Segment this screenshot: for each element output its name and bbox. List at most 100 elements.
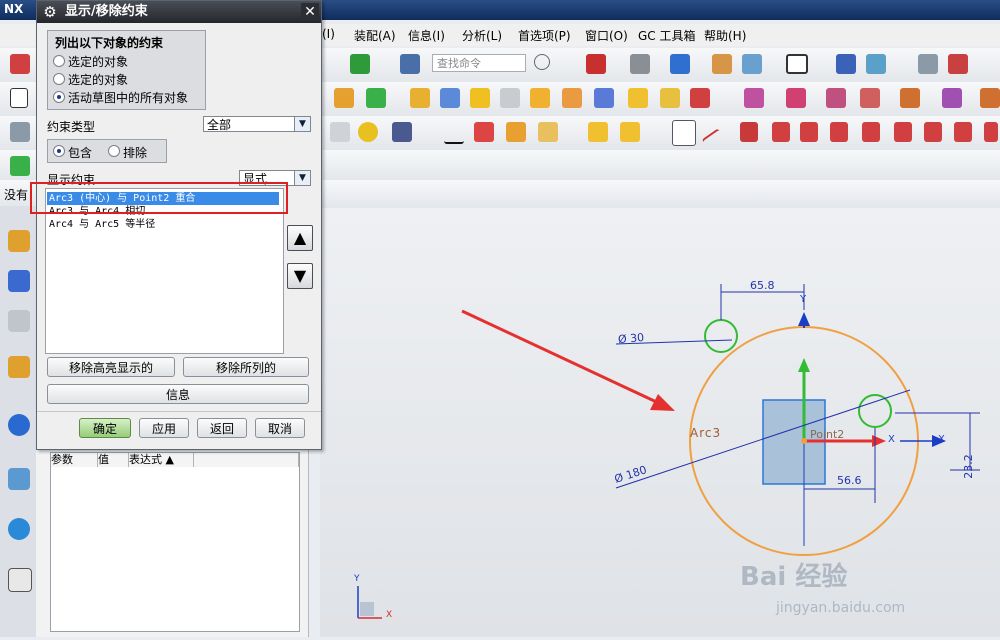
snap-icon[interactable] (984, 122, 998, 142)
gear-part-icon[interactable] (358, 122, 378, 142)
dim-65-8[interactable]: 65.8 (750, 279, 775, 292)
column-header-parameter[interactable]: 参数 (51, 453, 98, 467)
history-icon[interactable] (8, 468, 30, 490)
constraint-icon[interactable] (672, 120, 696, 146)
part-family-icon[interactable] (506, 122, 526, 142)
search-icon[interactable] (534, 54, 550, 70)
graphics-window[interactable]: 65.8 Ø 30 Ø 180 56.6 23.2 Arc3 Point2 X … (320, 208, 1000, 637)
new-file-icon[interactable] (10, 88, 28, 108)
offset-curve-icon[interactable] (924, 122, 942, 142)
chamfer-icon[interactable] (500, 88, 520, 108)
radio-selected-objects[interactable] (53, 73, 65, 85)
info-icon[interactable] (400, 54, 420, 74)
csys-icon[interactable] (948, 54, 968, 74)
command-search-input[interactable]: 查找命令 (432, 54, 526, 72)
draft-icon[interactable] (690, 88, 710, 108)
web-browser-icon[interactable] (8, 414, 30, 436)
angle-icon[interactable] (740, 122, 758, 142)
spring-icon[interactable] (330, 122, 350, 142)
component-icon[interactable] (620, 122, 640, 142)
column-header-expression[interactable]: 表达式 ▲ (129, 453, 194, 467)
pattern-face-icon[interactable] (980, 88, 1000, 108)
menu-item-assembly[interactable]: 装配(A) (354, 27, 396, 44)
perpendicular-icon[interactable] (800, 122, 818, 142)
ok-button[interactable]: 确定 (79, 418, 131, 438)
move-face-icon[interactable] (786, 88, 806, 108)
parallel-icon[interactable] (772, 122, 790, 142)
equal-radius-icon[interactable] (894, 122, 912, 142)
shell-icon[interactable] (530, 88, 550, 108)
render-style-icon[interactable] (630, 54, 650, 74)
point-on-curve-icon[interactable] (830, 122, 848, 142)
blend-icon[interactable] (470, 88, 490, 108)
radio-include[interactable] (53, 145, 65, 157)
block-icon[interactable] (410, 88, 430, 108)
parameter-table[interactable]: 参数 值 表达式 ▲ (50, 452, 300, 632)
cancel-button[interactable]: 取消 (255, 418, 305, 438)
reuse-library-icon[interactable] (8, 356, 30, 378)
radio-label-selected-object[interactable]: 选定的对象 (68, 53, 128, 70)
apply-button[interactable]: 应用 (139, 418, 189, 438)
finish-sketch-icon[interactable] (10, 156, 30, 176)
transform-icon[interactable] (836, 54, 856, 74)
radio-all-in-active-sketch[interactable] (53, 91, 65, 103)
menu-item-info[interactable]: 信息(I) (408, 27, 445, 44)
move-down-button[interactable]: ▼ (287, 263, 313, 289)
start-icon[interactable] (10, 54, 30, 74)
grid-table-icon[interactable] (474, 122, 494, 142)
replace-face-icon[interactable] (860, 88, 880, 108)
back-button[interactable]: 返回 (197, 418, 247, 438)
menu-item-preferences[interactable]: 首选项(P) (518, 27, 571, 44)
delete-face-icon[interactable] (826, 88, 846, 108)
list-item-constraint-2[interactable]: Arc4 与 Arc5 等半径 (47, 218, 279, 231)
tools-icon[interactable] (392, 122, 412, 142)
radio-exclude[interactable] (108, 145, 120, 157)
radio-label-all-in-active-sketch[interactable]: 活动草图中的所有对象 (68, 89, 188, 106)
sketch-icon[interactable] (350, 54, 370, 74)
chevron-down-icon[interactable]: ▼ (294, 171, 310, 185)
layer-icon[interactable] (712, 54, 732, 74)
dim-23-2[interactable]: 23.2 (962, 454, 975, 479)
table-icon[interactable] (918, 54, 938, 74)
background-icon[interactable] (786, 54, 808, 74)
datum-icon[interactable] (366, 88, 386, 108)
dim-56-6[interactable]: 56.6 (837, 474, 862, 487)
chevron-down-icon[interactable]: ▼ (294, 117, 310, 131)
include-label[interactable]: 包含 (68, 144, 92, 161)
wcs-icon[interactable] (866, 54, 886, 74)
close-icon[interactable]: ✕ (301, 3, 319, 21)
column-header-value[interactable]: 值 (98, 453, 129, 467)
system-materials-icon[interactable] (8, 518, 30, 540)
dim-diameter-30[interactable]: Ø 30 (617, 331, 644, 346)
radio-label-selected-objects[interactable]: 选定的对象 (68, 71, 128, 88)
resize-blend-icon[interactable] (900, 88, 920, 108)
assembly-icon[interactable] (588, 122, 608, 142)
linked-body-icon[interactable] (538, 122, 558, 142)
menu-item-gc-toolbox[interactable]: GC 工具箱 (638, 27, 696, 44)
assembly-navigator-icon[interactable] (8, 230, 30, 252)
constraint-type-select[interactable]: 全部 ▼ (203, 116, 311, 132)
tangent-icon[interactable] (862, 122, 880, 142)
info-button[interactable]: 信息 (47, 384, 309, 404)
menu-item-1[interactable]: (I) (322, 27, 335, 41)
fit-view-icon[interactable] (586, 54, 606, 74)
fixed-icon[interactable] (954, 122, 972, 142)
move-up-button[interactable]: ▲ (287, 225, 313, 251)
part-navigator-icon[interactable] (8, 310, 30, 332)
menu-item-analysis[interactable]: 分析(L) (462, 27, 502, 44)
menu-item-help[interactable]: 帮助(H) (704, 27, 746, 44)
extrude-icon[interactable] (334, 88, 354, 108)
unite-icon[interactable] (628, 88, 648, 108)
trim-body-icon[interactable] (660, 88, 680, 108)
mirror-face-icon[interactable] (942, 88, 962, 108)
triangle-icon[interactable] (444, 122, 464, 144)
exclude-label[interactable]: 排除 (123, 144, 147, 161)
roles-icon[interactable] (8, 568, 32, 592)
view-cube-icon[interactable] (670, 54, 690, 74)
remove-listed-button[interactable]: 移除所列的 (183, 357, 309, 377)
sweep-icon[interactable] (440, 88, 460, 108)
offset-face-icon[interactable] (744, 88, 764, 108)
sketch-task-icon[interactable] (10, 122, 30, 142)
remove-highlighted-button[interactable]: 移除高亮显示的 (47, 357, 175, 377)
edit-section-icon[interactable] (742, 54, 762, 74)
